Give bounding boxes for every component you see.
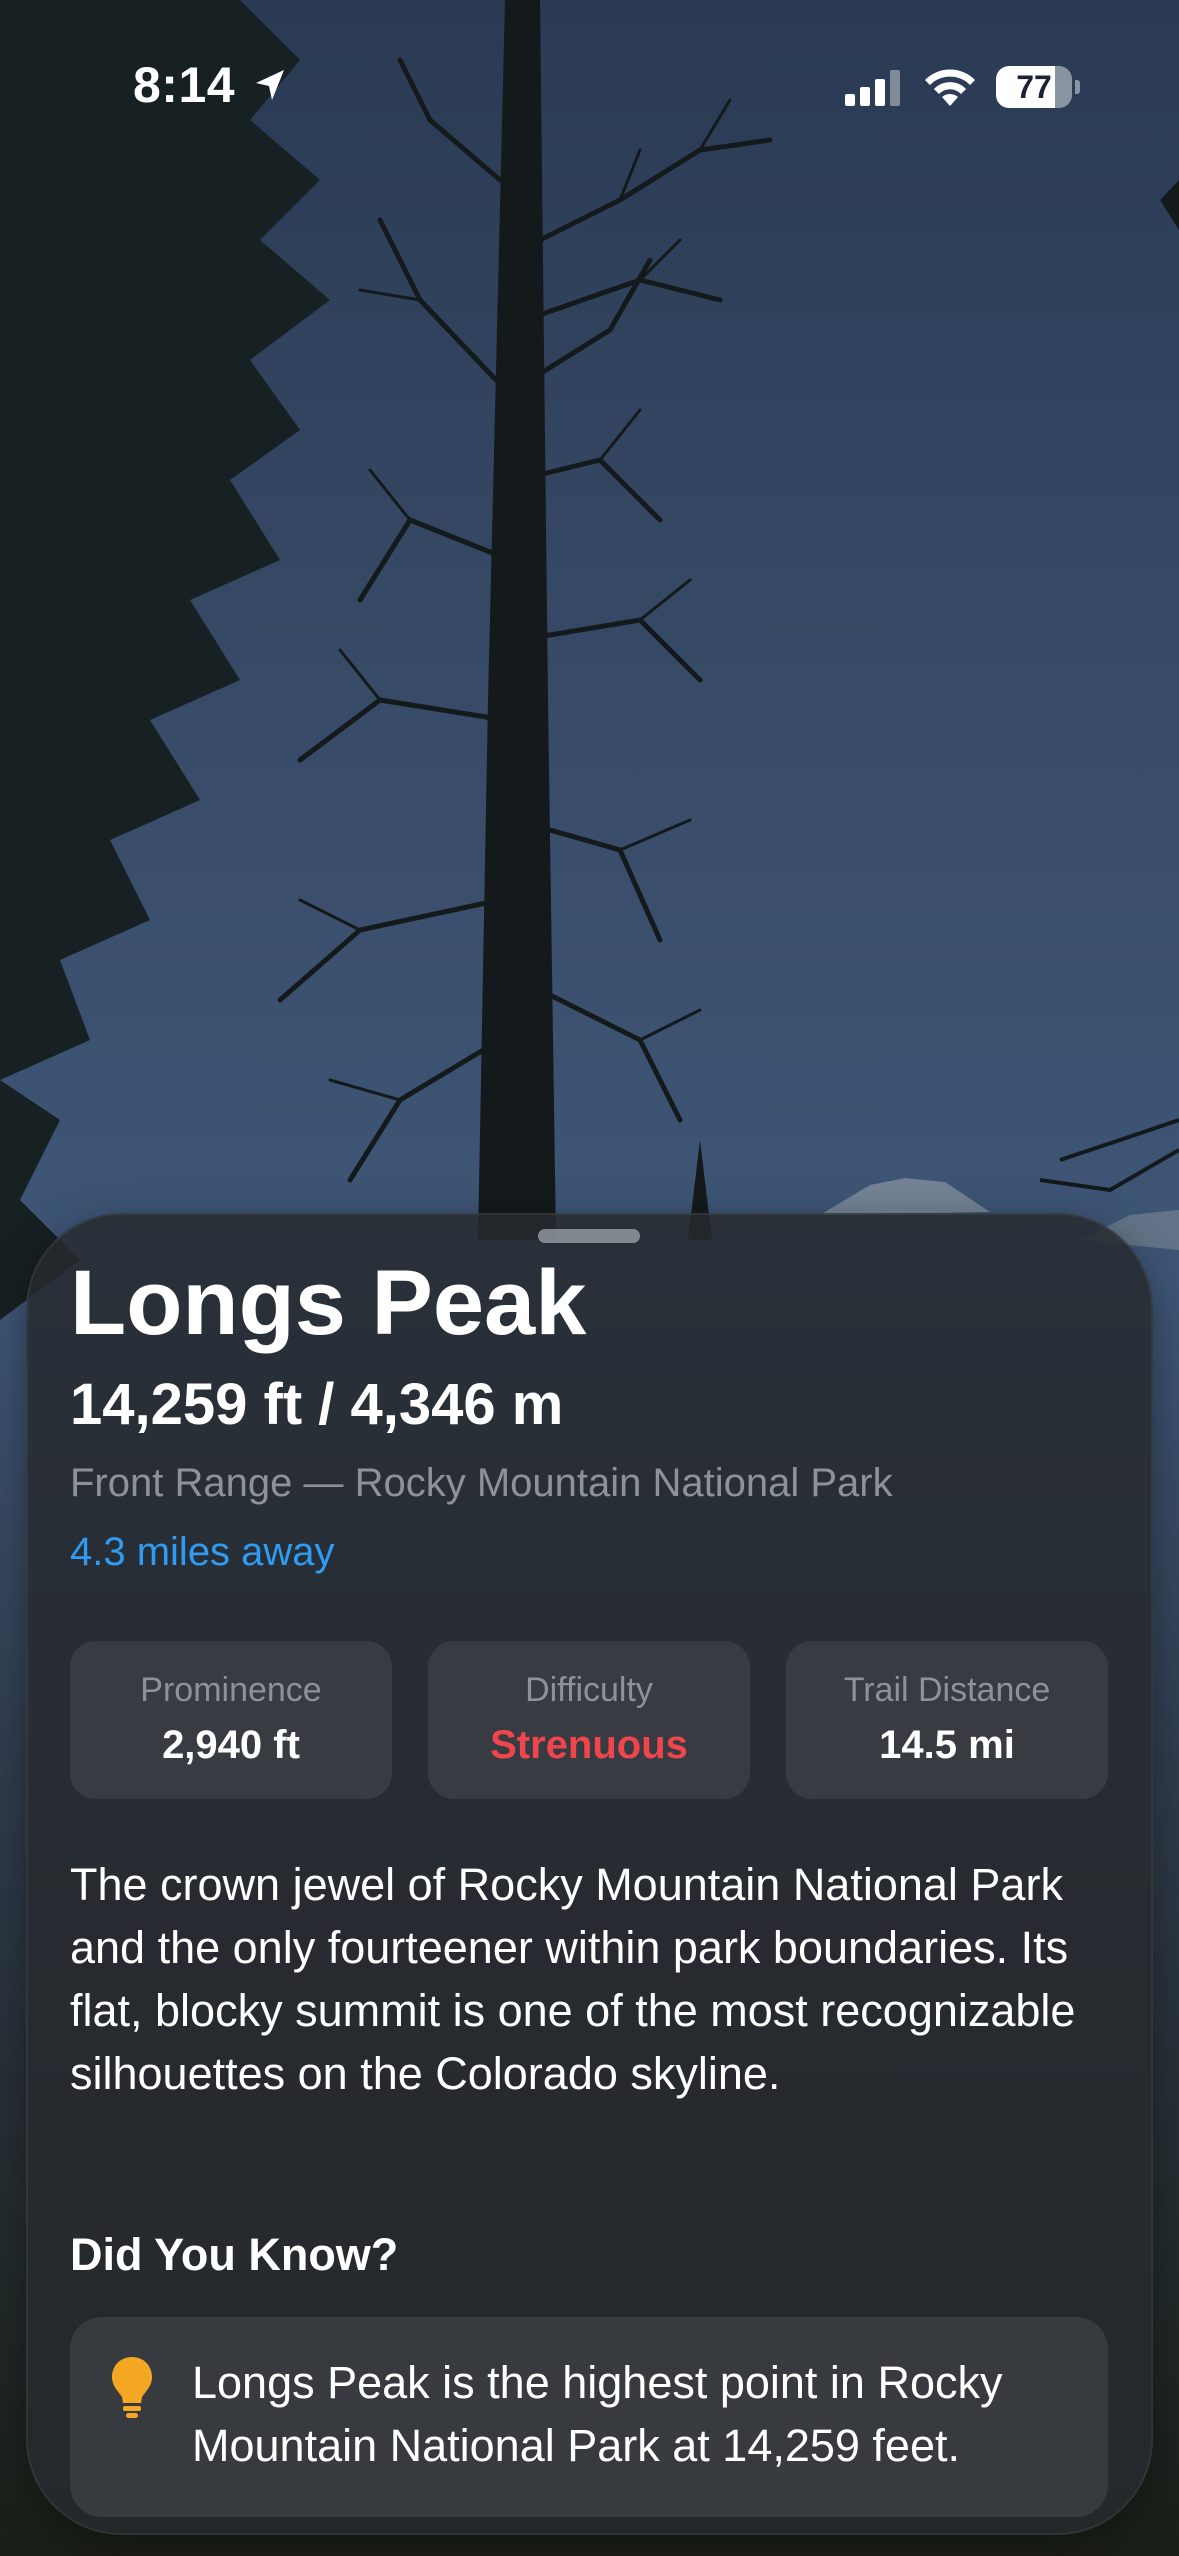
lightbulb-icon bbox=[112, 2357, 152, 2418]
stat-card-prominence: Prominence 2,940 ft bbox=[70, 1641, 392, 1799]
status-time: 8:14 bbox=[133, 57, 236, 113]
did-you-know-heading: Did You Know? bbox=[70, 2229, 399, 2280]
stat-label: Difficulty bbox=[525, 1671, 653, 1709]
peak-distance-link[interactable]: 4.3 miles away bbox=[70, 1530, 335, 1575]
status-bar: 8:14 77 bbox=[0, 0, 1179, 170]
stat-card-trail-distance: Trail Distance 14.5 mi bbox=[786, 1641, 1108, 1799]
battery-body: 77 bbox=[996, 66, 1072, 108]
peak-elevation: 14,259 ft / 4,346 m bbox=[70, 1372, 564, 1437]
peak-range: Front Range — Rocky Mountain National Pa… bbox=[70, 1461, 893, 1505]
wifi-icon bbox=[925, 69, 975, 106]
battery-icon: 77 bbox=[996, 66, 1080, 108]
sheet-grabber-handle[interactable] bbox=[538, 1229, 640, 1243]
peak-detail-sheet[interactable]: Longs Peak 14,259 ft / 4,346 m Front Ran… bbox=[26, 1213, 1153, 2535]
location-arrow-icon bbox=[256, 70, 284, 100]
peak-description: The crown jewel of Rocky Mountain Nation… bbox=[70, 1859, 1076, 2099]
cellular-signal-icon bbox=[845, 70, 900, 106]
peak-name: Longs Peak bbox=[70, 1252, 587, 1354]
fact-text: Longs Peak is the highest point in Rocky… bbox=[192, 2357, 1003, 2471]
battery-level: 77 bbox=[1016, 69, 1052, 105]
fact-card: Longs Peak is the highest point in Rocky… bbox=[70, 2317, 1108, 2517]
stat-value: 2,940 ft bbox=[162, 1723, 300, 1767]
battery-cap bbox=[1075, 80, 1080, 94]
stat-value: Strenuous bbox=[490, 1723, 688, 1767]
stat-label: Trail Distance bbox=[843, 1671, 1051, 1709]
stat-value: 14.5 mi bbox=[879, 1723, 1015, 1767]
stat-card-difficulty: Difficulty Strenuous bbox=[428, 1641, 750, 1799]
stat-label: Prominence bbox=[140, 1671, 322, 1709]
